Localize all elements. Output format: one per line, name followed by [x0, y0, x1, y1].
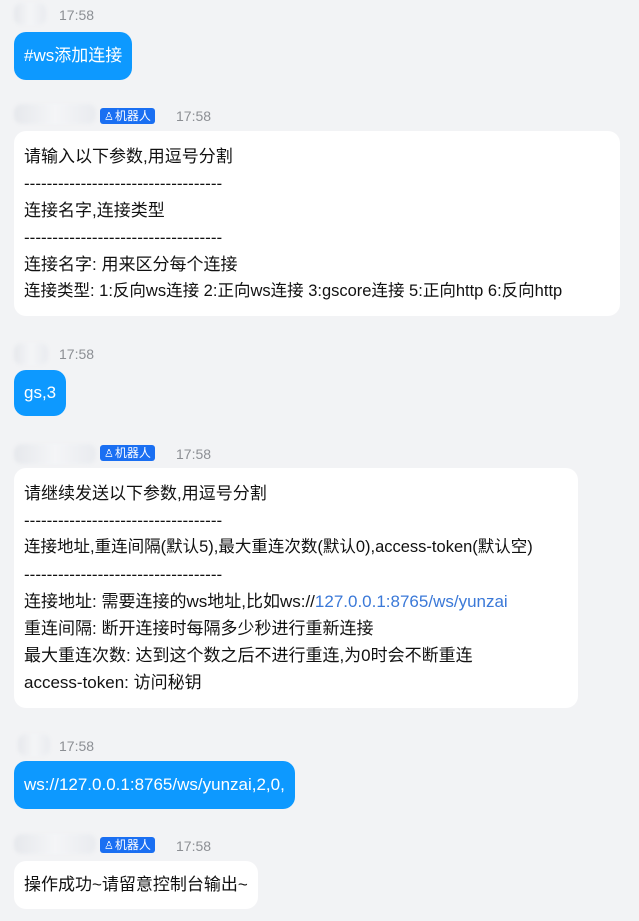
avatar[interactable] — [14, 3, 46, 25]
avatar[interactable] — [18, 734, 50, 756]
message-line-text: 连接地址: 需要连接的ws地址,比如ws:// — [24, 592, 315, 611]
message-line: 操作成功~请留意控制台输出~ — [24, 875, 248, 894]
robot-icon: ♙ — [104, 448, 114, 460]
message-text: #ws添加连接 — [24, 46, 123, 65]
message-line: 请输入以下参数,用逗号分割 — [24, 147, 233, 166]
avatar[interactable] — [14, 444, 96, 464]
message-text: gs,3 — [24, 383, 57, 402]
message-time: 17:58 — [176, 838, 212, 854]
bot-badge: ♙机器人 — [100, 108, 155, 124]
message-text: ws://127.0.0.1:8765/ws/yunzai,2,0, — [24, 775, 285, 794]
message-line: 重连间隔: 断开连接时每隔多少秒进行重新连接 — [24, 619, 374, 638]
message-bubble[interactable]: 请继续发送以下参数,用逗号分割 ------------------------… — [14, 468, 578, 708]
divider-line: ----------------------------------- — [24, 565, 223, 584]
avatar[interactable] — [14, 834, 96, 854]
avatar[interactable] — [14, 343, 48, 365]
message-time: 17:58 — [176, 108, 212, 124]
message-line: 连接类型: 1:反向ws连接 2:正向ws连接 3:gscore连接 5:正向h… — [24, 282, 563, 300]
message-time: 17:58 — [59, 738, 95, 754]
bot-badge-label: 机器人 — [114, 838, 151, 852]
address-link[interactable]: 127.0.0.1:8765/ws/yunzai — [315, 592, 508, 611]
message-line: 请继续发送以下参数,用逗号分割 — [24, 484, 267, 503]
message-bubble[interactable]: gs,3 — [14, 370, 67, 416]
bot-badge: ♙机器人 — [100, 445, 155, 461]
message-line: 连接名字,连接类型 — [24, 201, 165, 220]
divider-line: ----------------------------------- — [24, 511, 223, 530]
message-line: 连接地址: 需要连接的ws地址,比如ws://127.0.0.1:8765/ws… — [24, 588, 568, 615]
message-bubble[interactable]: ws://127.0.0.1:8765/ws/yunzai,2,0, — [14, 761, 295, 809]
message-bubble[interactable]: 操作成功~请留意控制台输出~ — [14, 861, 258, 909]
robot-icon: ♙ — [104, 840, 114, 852]
bot-badge: ♙机器人 — [100, 837, 155, 853]
message-line: 连接地址,重连间隔(默认5),最大重连次数(默认0),access-token(… — [24, 538, 533, 556]
message-line: 最大重连次数: 达到这个数之后不进行重连,为0时会不断重连 — [24, 646, 473, 665]
message-time: 17:58 — [176, 446, 212, 462]
bot-badge-label: 机器人 — [114, 109, 151, 123]
divider-line: ----------------------------------- — [24, 228, 223, 247]
message-bubble[interactable]: 请输入以下参数,用逗号分割 --------------------------… — [14, 131, 620, 316]
message-line: 连接名字: 用来区分每个连接 — [24, 255, 238, 274]
bot-badge-label: 机器人 — [114, 446, 151, 460]
robot-icon: ♙ — [104, 111, 114, 123]
message-time: 17:58 — [59, 346, 95, 362]
message-line: access-token: 访问秘钥 — [24, 673, 202, 692]
avatar[interactable] — [14, 104, 96, 124]
divider-line: ----------------------------------- — [24, 174, 223, 193]
message-bubble[interactable]: #ws添加连接 — [14, 32, 133, 80]
message-time: 17:58 — [59, 7, 95, 23]
